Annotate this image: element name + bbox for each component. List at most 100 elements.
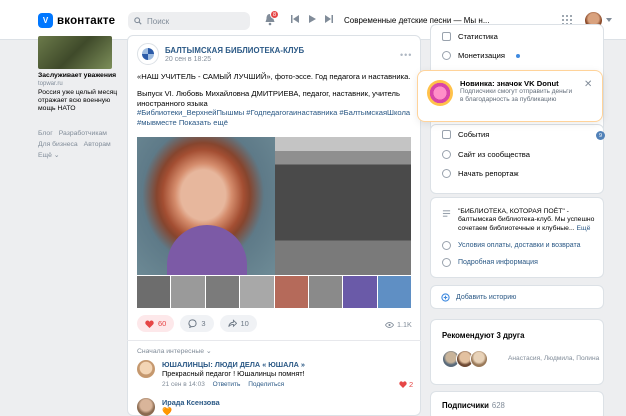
info-icon	[442, 258, 451, 267]
comment-meta: 21 сен в 14:03 Ответить Поделиться	[162, 381, 290, 388]
post-photo-thumbnails	[137, 276, 411, 308]
photo-thumbnail[interactable]	[343, 276, 377, 308]
add-story-icon	[441, 293, 450, 302]
ad-domain: topwar.ru	[38, 81, 63, 87]
view-count: 1.1K	[397, 320, 412, 329]
details-link[interactable]: Подробная информация	[442, 258, 538, 267]
comment-button[interactable]: 3	[180, 315, 214, 332]
audio-player-controls	[291, 15, 333, 23]
events-badge: 9	[596, 131, 605, 140]
menu-item-stats[interactable]: Статистика	[442, 32, 498, 41]
vk-logo[interactable]: V вконтакте	[38, 13, 115, 28]
comment-like-count: 2	[409, 380, 414, 389]
group-description-text: "БИБЛИОТЕКА, КОТОРАЯ ПОЁТ" - балтымская …	[458, 208, 595, 232]
comment-text: 🧡	[162, 407, 172, 416]
post-photo-group[interactable]	[275, 137, 411, 275]
new-indicator-dot	[515, 53, 520, 58]
comment-count: 3	[201, 319, 206, 328]
photo-thumbnail[interactable]	[240, 276, 274, 308]
photo-thumbnail[interactable]	[205, 276, 240, 308]
comment-like-button[interactable]: 2	[399, 380, 413, 389]
post-author[interactable]: БАЛТЫМСКАЯ БИБЛИОТЕКА-КЛУБ	[165, 46, 304, 55]
comment-date[interactable]: 21 сен в 14:03	[162, 381, 205, 388]
subscribers-label: Подписчики	[442, 401, 489, 410]
footer-link-more[interactable]: Ещё ⌄	[38, 152, 60, 159]
footer-link-business[interactable]: Для бизнеса	[38, 141, 78, 148]
photo-thumbnail[interactable]	[274, 276, 308, 308]
menu-item-events[interactable]: События	[442, 130, 489, 139]
photo-thumbnail[interactable]	[171, 276, 205, 308]
live-stream-icon	[442, 169, 451, 178]
menu-item-monetization[interactable]: Монетизация	[442, 51, 520, 60]
comment-icon	[188, 319, 197, 328]
friend-avatar[interactable]	[470, 350, 488, 368]
footer-link-authors[interactable]: Авторам	[84, 141, 111, 148]
subscribers-title[interactable]: Подписчики 628	[442, 401, 505, 410]
post-line-1: «НАШ УЧИТЕЛЬ - САМЫЙ ЛУЧШИЙ», фото-эссе.…	[137, 72, 411, 81]
post-more-icon[interactable]: •••	[400, 50, 412, 60]
add-story-button[interactable]: Добавить историю	[441, 293, 516, 302]
calendar-icon	[442, 130, 451, 139]
comment-reply-link[interactable]: Ответить	[213, 381, 241, 388]
menu-item-live[interactable]: Начать репортаж	[442, 169, 519, 178]
like-button[interactable]: 60	[137, 315, 175, 332]
comments-sort[interactable]: Сначала интересные ⌄	[137, 347, 212, 355]
group-description: "БИБЛИОТЕКА, КОТОРАЯ ПОЁТ" - балтымская …	[458, 208, 598, 233]
heart-icon	[399, 381, 407, 388]
play-icon[interactable]	[308, 15, 316, 23]
comment-avatar[interactable]	[137, 360, 155, 378]
details-label: Подробная информация	[458, 259, 538, 266]
vk-donut-icon	[427, 80, 453, 106]
friends-names: Анастасия, Людмила, Полина	[508, 355, 600, 362]
ad-title[interactable]: Заслуживает уважения	[38, 72, 118, 79]
search-box[interactable]	[128, 12, 250, 30]
notifications-button[interactable]: 8	[264, 10, 279, 27]
group-description-more[interactable]: Ещё	[577, 225, 591, 232]
close-icon[interactable]: ✕	[584, 79, 592, 90]
view-counter: 1.1K	[385, 320, 412, 329]
post-author-avatar[interactable]	[137, 43, 159, 65]
search-input[interactable]	[147, 16, 242, 26]
ad-image[interactable]	[38, 36, 112, 69]
footer-link-developers[interactable]: Разработчикам	[59, 130, 107, 137]
logo-text: вконтакте	[57, 14, 116, 27]
share-button[interactable]: 10	[219, 315, 257, 332]
show-more-link[interactable]: Показать ещё	[179, 118, 228, 127]
photo-thumbnail[interactable]	[377, 276, 411, 308]
stats-icon	[442, 32, 451, 41]
share-count: 10	[240, 319, 249, 328]
comment-avatar[interactable]	[137, 398, 155, 416]
photo-thumbnail[interactable]	[137, 276, 171, 308]
post-line-2: Выпуск VI. Любовь Михайловна ДМИТРИЕВА, …	[137, 88, 400, 108]
ad-text[interactable]: Россия уже целый месяц отражает всю воен…	[38, 89, 118, 113]
menu-item-label: Сайт из сообщества	[458, 150, 530, 159]
like-count: 60	[158, 319, 167, 328]
footer-link-blog[interactable]: Блог	[38, 130, 53, 137]
next-track-icon[interactable]	[325, 15, 333, 23]
comment-text: Прекрасный педагог ! Юшалинцы помнят!	[162, 369, 305, 378]
chevron-down-icon[interactable]	[606, 18, 612, 22]
post-date[interactable]: 20 сен в 18:25	[165, 56, 211, 63]
monetization-icon	[442, 51, 451, 60]
menu-item-site[interactable]: Сайт из сообщества	[442, 150, 530, 159]
prev-track-icon[interactable]	[291, 15, 299, 23]
search-icon	[134, 17, 142, 25]
friends-avatars[interactable]	[442, 350, 488, 368]
post-hashtags[interactable]: #Библиотеки_ВерхнейПышмы #Годпедагогаина…	[137, 108, 415, 118]
library-logo-icon	[142, 48, 154, 60]
photo-thumbnail[interactable]	[308, 276, 343, 308]
text-lines-icon	[442, 210, 451, 217]
vk-logo-icon: V	[38, 13, 53, 28]
payment-terms-link[interactable]: Условия оплаты, доставки и возврата	[442, 241, 581, 250]
payment-terms-label: Условия оплаты, доставки и возврата	[458, 242, 581, 249]
comment-author[interactable]: ЮШАЛИНЦЫ: ЛЮДИ ДЕЛА « ЮШАЛА »	[162, 360, 305, 369]
post-photo-main[interactable]	[137, 137, 275, 275]
eye-icon	[385, 321, 394, 328]
info-icon	[442, 241, 451, 250]
post-hashtag-mywmeste[interactable]: #мывместе	[137, 118, 177, 127]
subscribers-count: 628	[491, 401, 505, 410]
menu-item-label: Монетизация	[458, 51, 505, 60]
comment-author[interactable]: Ирада Ксензова	[162, 398, 220, 407]
friends-recommend-title[interactable]: Рекомендуют 3 друга	[442, 331, 524, 340]
comment-share-link[interactable]: Поделиться	[248, 381, 284, 388]
